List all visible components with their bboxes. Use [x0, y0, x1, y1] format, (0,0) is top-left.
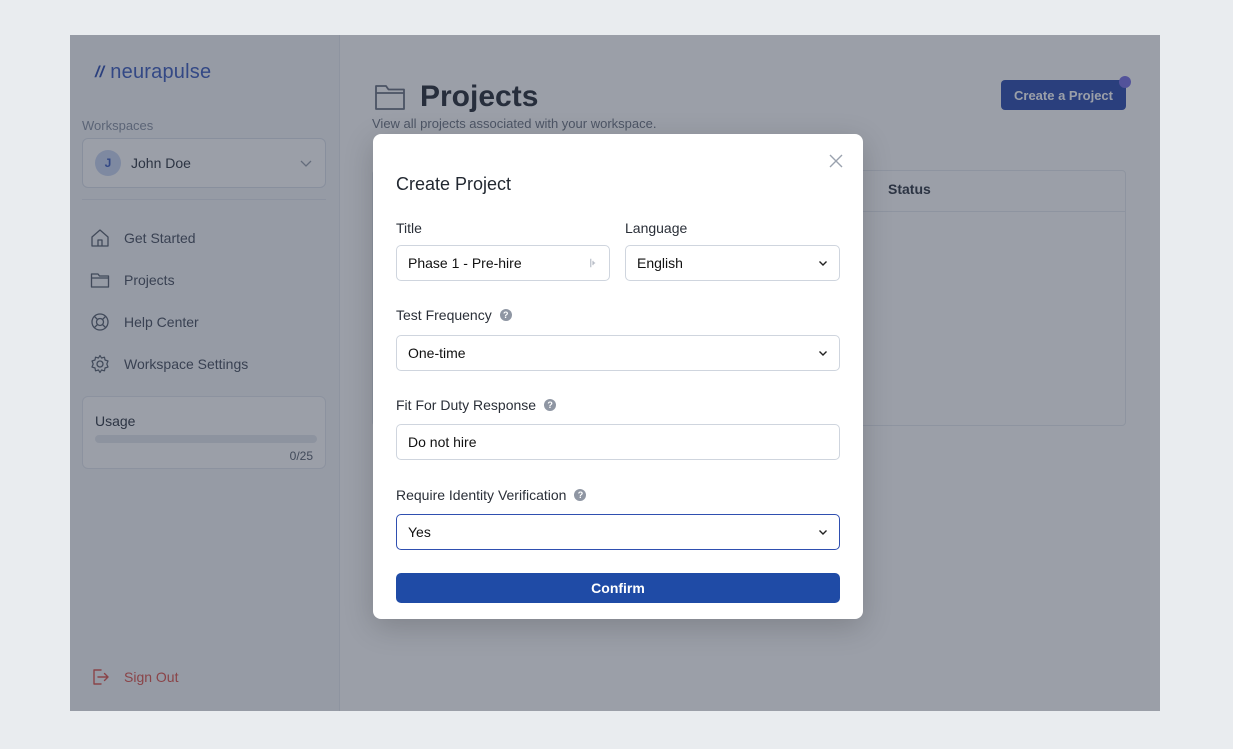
chevron-down-icon: [819, 261, 827, 266]
fit-for-duty-input-value: Do not hire: [408, 434, 477, 450]
title-label: Title: [396, 220, 422, 236]
chevron-down-icon: [819, 351, 827, 356]
language-select-value: English: [637, 255, 683, 271]
chevron-down-icon: [819, 530, 827, 535]
confirm-button[interactable]: Confirm: [396, 573, 840, 603]
language-label: Language: [625, 220, 687, 236]
help-icon[interactable]: ?: [499, 309, 512, 321]
identity-verification-label-text: Require Identity Verification: [396, 487, 567, 503]
test-frequency-label: Test Frequency ?: [396, 307, 512, 323]
identity-verification-select[interactable]: Yes: [396, 514, 840, 550]
create-project-modal: Create Project Title Phase 1 - Pre-hire …: [373, 134, 863, 619]
help-icon[interactable]: ?: [574, 489, 587, 501]
title-input[interactable]: Phase 1 - Pre-hire: [396, 245, 610, 281]
close-icon[interactable]: [828, 153, 844, 169]
test-frequency-select[interactable]: One-time: [396, 335, 840, 371]
test-frequency-select-value: One-time: [408, 345, 466, 361]
help-icon[interactable]: ?: [544, 399, 557, 411]
identity-verification-select-value: Yes: [408, 524, 431, 540]
fit-for-duty-label-text: Fit For Duty Response: [396, 397, 537, 413]
language-label-text: Language: [625, 220, 688, 236]
title-input-value: Phase 1 - Pre-hire: [408, 255, 522, 271]
language-select[interactable]: English: [625, 245, 840, 281]
test-frequency-label-text: Test Frequency: [396, 307, 492, 323]
modal-title: Create Project: [396, 174, 512, 194]
identity-verification-label: Require Identity Verification ?: [396, 487, 587, 503]
fit-for-duty-input[interactable]: Do not hire: [396, 424, 840, 460]
fit-for-duty-label: Fit For Duty Response ?: [396, 397, 557, 413]
title-label-text: Title: [396, 220, 422, 236]
text-cursor-icon: [590, 258, 596, 268]
